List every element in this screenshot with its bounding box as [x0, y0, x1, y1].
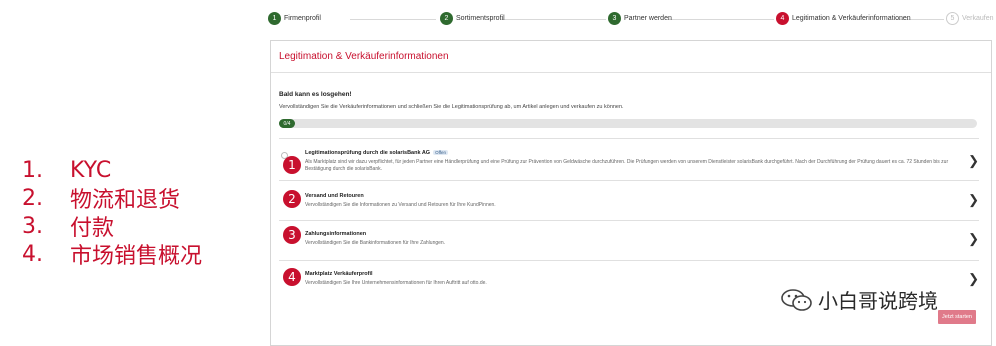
progress-bar: 0/4	[279, 119, 977, 128]
step-number: 4	[776, 12, 789, 25]
stepper-connector	[500, 19, 606, 20]
annotation-item: 3. 付款	[22, 212, 202, 242]
task-title: Marktplatz Verkäuferprofil	[305, 271, 373, 277]
chevron-right-icon[interactable]: ❯	[968, 192, 979, 208]
step-label: Sortimentsprofil	[456, 15, 505, 22]
annotation-item: 4. 市场销售概况	[22, 240, 203, 270]
step-label: Partner werden	[624, 15, 672, 22]
annotation-number: 4.	[22, 241, 43, 267]
chevron-right-icon[interactable]: ❯	[968, 271, 979, 287]
watermark-text: 小白哥说跨境	[818, 289, 938, 313]
step-legitimation[interactable]: 4 Legitimation & Verkäuferinformationen	[776, 12, 911, 25]
start-button[interactable]: Jetzt starten	[938, 310, 976, 324]
task-title: Legitimationsprüfung durch die solarisBa…	[305, 150, 449, 156]
annotation-badge: 3	[283, 226, 301, 244]
stepper-connector	[350, 19, 436, 20]
chevron-right-icon[interactable]: ❯	[968, 153, 979, 169]
step-firmenprofil[interactable]: 1 Firmenprofil	[268, 12, 321, 25]
task-title: Versand und Retouren	[305, 193, 364, 199]
task-description: Als Marktplatz sind wir dazu verpflichte…	[305, 159, 965, 173]
step-number: 3	[608, 12, 621, 25]
task-description: Vervollständigen Sie die Bankinformation…	[305, 240, 446, 246]
annotation-label: 市场销售概况	[70, 244, 203, 269]
step-verkaufen: 5 Verkaufen	[946, 12, 994, 25]
stepper-connector	[668, 19, 774, 20]
task-legitimation[interactable]: 1 Legitimationsprüfung durch die solaris…	[279, 138, 979, 180]
task-description: Vervollständigen Sie Ihre Unternehmensin…	[305, 280, 487, 286]
annotation-item: 2. 物流和退货	[22, 184, 202, 214]
progress-stepper: 1 Firmenprofil 2 Sortimentsprofil 3 Part…	[268, 12, 994, 28]
step-number: 2	[440, 12, 453, 25]
annotation-label: KYC	[70, 157, 112, 183]
step-partner-werden[interactable]: 3 Partner werden	[608, 12, 672, 25]
progress-fill: 0/4	[279, 119, 295, 128]
task-description-line: Als Marktplatz sind wir dazu verpflichte…	[305, 159, 949, 165]
step-label: Verkaufen	[962, 15, 994, 22]
task-zahlungsinformationen[interactable]: 3 Zahlungsinformationen Vervollständigen…	[279, 220, 979, 260]
annotation-badge: 1	[283, 156, 301, 174]
step-number: 5	[946, 12, 959, 25]
task-title: Zahlungsinformationen	[305, 231, 367, 237]
annotation-item: 1. KYC	[22, 156, 202, 184]
annotation-list: 1. KYC 2. 物流和退货 3. 付款 4. 市场销售概况	[22, 156, 203, 270]
chevron-right-icon[interactable]: ❯	[968, 231, 979, 247]
status-badge: Offen	[433, 150, 449, 155]
watermark: 小白哥说跨境	[780, 285, 938, 314]
step-label: Legitimation & Verkäuferinformationen	[792, 15, 911, 22]
annotation-badge: 2	[283, 190, 301, 208]
card-title: Legitimation & Verkäuferinformationen	[271, 41, 991, 73]
step-label: Firmenprofil	[284, 15, 321, 22]
annotation-badge: 4	[283, 268, 301, 286]
task-description: Vervollständigen Sie die Informationen z…	[305, 202, 496, 208]
intro-text: Vervollständigen Sie die Verkäuferinform…	[279, 104, 624, 110]
annotation-number: 1.	[22, 157, 43, 183]
step-number: 1	[268, 12, 281, 25]
annotation-number: 2.	[22, 185, 43, 211]
task-title-text: Legitimationsprüfung durch die solarisBa…	[305, 150, 431, 156]
intro-heading: Bald kann es losgehen!	[279, 91, 352, 98]
annotation-number: 3.	[22, 213, 43, 239]
step-sortimentsprofil[interactable]: 2 Sortimentsprofil	[440, 12, 505, 25]
task-description-line: Bestätigung durch die solarisBank.	[305, 166, 382, 172]
task-versand-retouren[interactable]: 2 Versand und Retouren Vervollständigen …	[279, 180, 979, 220]
wechat-icon	[781, 288, 812, 311]
